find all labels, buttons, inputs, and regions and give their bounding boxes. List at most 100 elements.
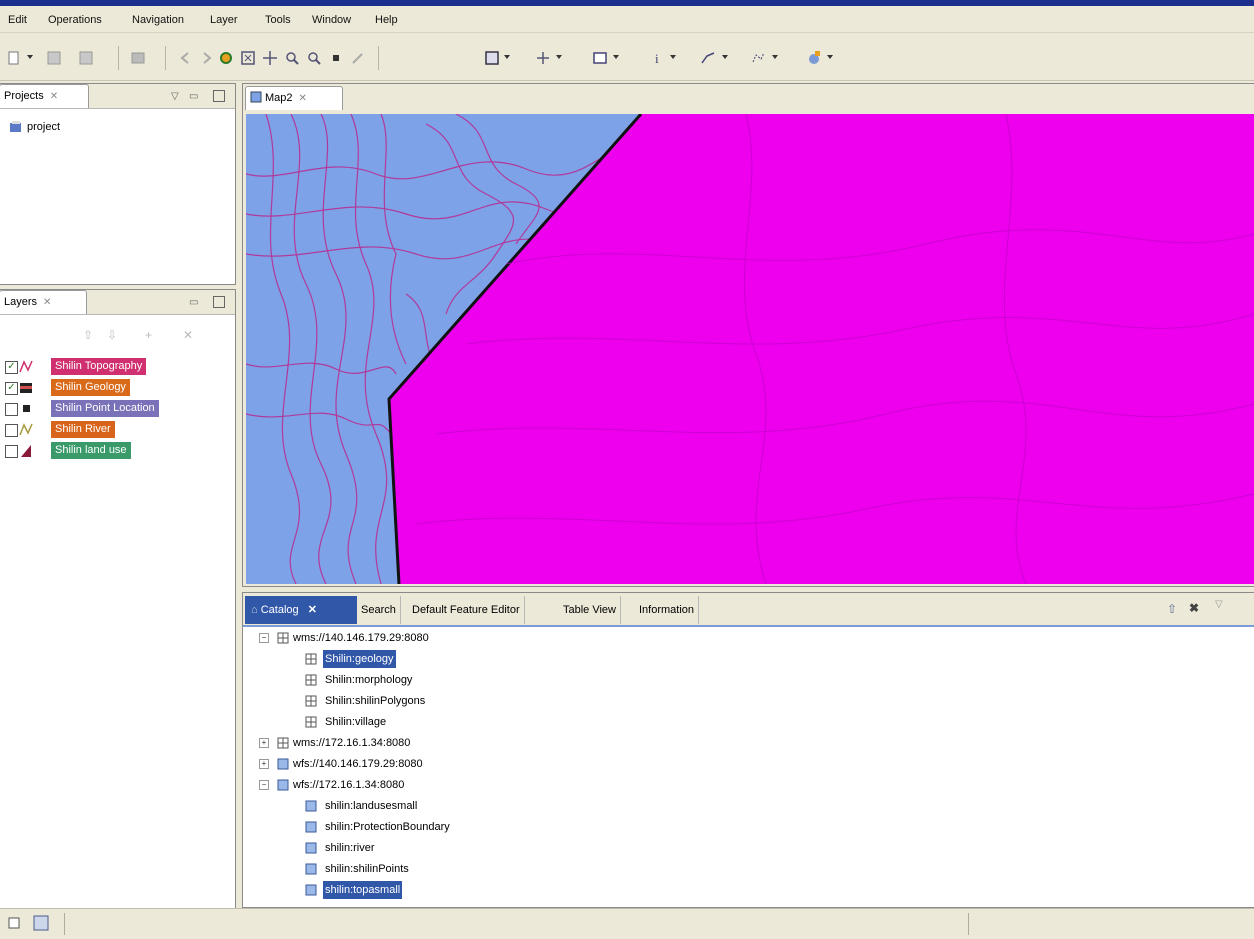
node-label: shilin:landusesmall [325, 800, 418, 812]
menu-layer[interactable]: Layer [210, 14, 238, 26]
remove-icon[interactable]: ✖ [1189, 601, 1199, 615]
remove-icon[interactable]: ✕ [183, 328, 193, 342]
wms-icon [277, 737, 289, 749]
select-box-icon[interactable] [592, 50, 608, 66]
expand-icon[interactable]: + [259, 759, 269, 769]
close-icon[interactable]: ✕ [43, 297, 51, 308]
tab-projects[interactable]: Projects ✕ [0, 84, 89, 108]
menu-operations[interactable]: Operations [48, 14, 102, 26]
layer-icon [305, 653, 317, 665]
menu-window[interactable]: Window [312, 14, 351, 26]
wfs-icon [277, 758, 289, 770]
minimize-icon[interactable]: ▭ [189, 297, 198, 308]
tab-catalog[interactable]: ⌂ Catalog ✕ [245, 596, 357, 624]
tab-catalog-label: Catalog [260, 604, 299, 616]
layer-visible-checkbox[interactable] [5, 445, 18, 458]
database-icon[interactable] [32, 914, 52, 932]
layer-visible-checkbox[interactable]: ✓ [5, 361, 18, 374]
close-icon[interactable]: ✕ [308, 604, 317, 616]
close-icon[interactable]: ✕ [299, 93, 307, 104]
node-label: shilin:ProtectionBoundary [325, 821, 450, 833]
pan-icon[interactable] [262, 50, 278, 66]
add-layer-dropdown-arrow[interactable] [827, 55, 833, 59]
add-layer-icon[interactable] [806, 50, 822, 66]
map-editor: Map2 ✕ [242, 83, 1254, 587]
maximize-icon[interactable] [213, 90, 225, 102]
tab-layers[interactable]: Layers ✕ [0, 290, 87, 314]
forward-icon[interactable] [198, 50, 214, 66]
polygon-layer-icon [21, 445, 31, 457]
navigate-dropdown-arrow[interactable] [556, 55, 562, 59]
toolbar-separator [118, 46, 119, 70]
tab-map2[interactable]: Map2 ✕ [245, 86, 343, 110]
minimize-icon[interactable]: ▽ [171, 91, 179, 102]
catalog-tree: − wms://140.146.179.29:8080 Shilin:geolo… [243, 629, 1254, 907]
stop-icon[interactable] [328, 50, 344, 66]
node-label: wms://140.146.179.29:8080 [293, 632, 429, 644]
node-label: Shilin:geology [323, 650, 396, 668]
edit-geometry-dropdown-arrow[interactable] [722, 55, 728, 59]
map-canvas[interactable] [246, 114, 1254, 584]
layer-label: Shilin land use [51, 442, 131, 459]
move-up-icon[interactable]: ⇧ [83, 328, 93, 342]
save-all-icon[interactable] [78, 50, 94, 66]
zoom-extent-icon[interactable] [240, 50, 256, 66]
import-icon[interactable]: ⇧ [1167, 602, 1177, 616]
collapse-icon[interactable]: − [259, 780, 269, 790]
refresh-icon[interactable] [218, 50, 234, 66]
line-layer-icon [19, 360, 33, 373]
tab-layers-label: Layers [4, 296, 38, 308]
new-icon[interactable] [6, 50, 22, 66]
layer-visible-checkbox[interactable] [5, 424, 18, 437]
tab-search[interactable]: Search [357, 596, 401, 624]
point-layer-icon [23, 405, 30, 412]
back-icon[interactable] [178, 50, 194, 66]
save-icon[interactable] [46, 50, 62, 66]
zoom-out-icon[interactable] [306, 50, 322, 66]
menu-edit[interactable]: Edit [8, 14, 27, 26]
create-feature-dropdown-arrow[interactable] [772, 55, 778, 59]
maximize-icon[interactable] [213, 296, 225, 308]
navigate-icon[interactable] [535, 50, 551, 66]
layer-visible-checkbox[interactable]: ✓ [5, 382, 18, 395]
node-label: shilin:shilinPoints [325, 863, 409, 875]
edit-geometry-icon[interactable] [700, 50, 716, 66]
select-dropdown-arrow[interactable] [613, 55, 619, 59]
node-label: wfs://172.16.1.34:8080 [293, 779, 405, 791]
edit-icon[interactable] [350, 50, 366, 66]
layer-visible-checkbox[interactable] [5, 403, 18, 416]
toolbar-separator [378, 46, 379, 70]
move-down-icon[interactable]: ⇩ [107, 328, 117, 342]
info-dropdown-arrow[interactable] [670, 55, 676, 59]
restore-icon[interactable]: ▭ [189, 91, 198, 102]
expand-icon[interactable]: + [259, 738, 269, 748]
tab-default-feature-editor[interactable]: Default Feature Editor [408, 596, 525, 624]
add-icon[interactable]: + [145, 328, 152, 342]
menu-tools[interactable]: Tools [265, 14, 291, 26]
create-feature-icon[interactable] [750, 50, 766, 66]
map-save-dropdown-arrow[interactable] [504, 55, 510, 59]
node-label: Shilin:village [325, 716, 387, 728]
zoom-in-icon[interactable] [284, 50, 300, 66]
tab-projects-label: Projects [4, 90, 44, 102]
minimize-icon[interactable]: ▽ [1215, 599, 1223, 610]
project-label: project [27, 121, 61, 133]
wms-icon [277, 632, 289, 644]
status-bar [0, 908, 1254, 939]
layers-panel-header: Layers ✕ ▭ [0, 290, 235, 315]
map-save-icon[interactable] [484, 50, 500, 66]
fast-view-icon[interactable] [8, 916, 24, 930]
tab-table-view[interactable]: Table View [559, 596, 621, 624]
collapse-icon[interactable]: − [259, 633, 269, 643]
info-icon[interactable]: i [650, 50, 666, 66]
print-icon[interactable] [130, 50, 146, 66]
node-label: shilin:topasmall [323, 881, 403, 899]
bottom-tab-bar: ⌂ Catalog ✕ Search Default Feature Edito… [243, 593, 1254, 627]
close-icon[interactable]: ✕ [50, 91, 58, 102]
new-dropdown-arrow[interactable] [27, 55, 33, 59]
menu-navigation[interactable]: Navigation [132, 14, 184, 26]
menu-help[interactable]: Help [375, 14, 398, 26]
layer-label: Shilin River [51, 421, 115, 438]
node-label: wms://172.16.1.34:8080 [293, 737, 411, 749]
tab-information[interactable]: Information [635, 596, 700, 624]
